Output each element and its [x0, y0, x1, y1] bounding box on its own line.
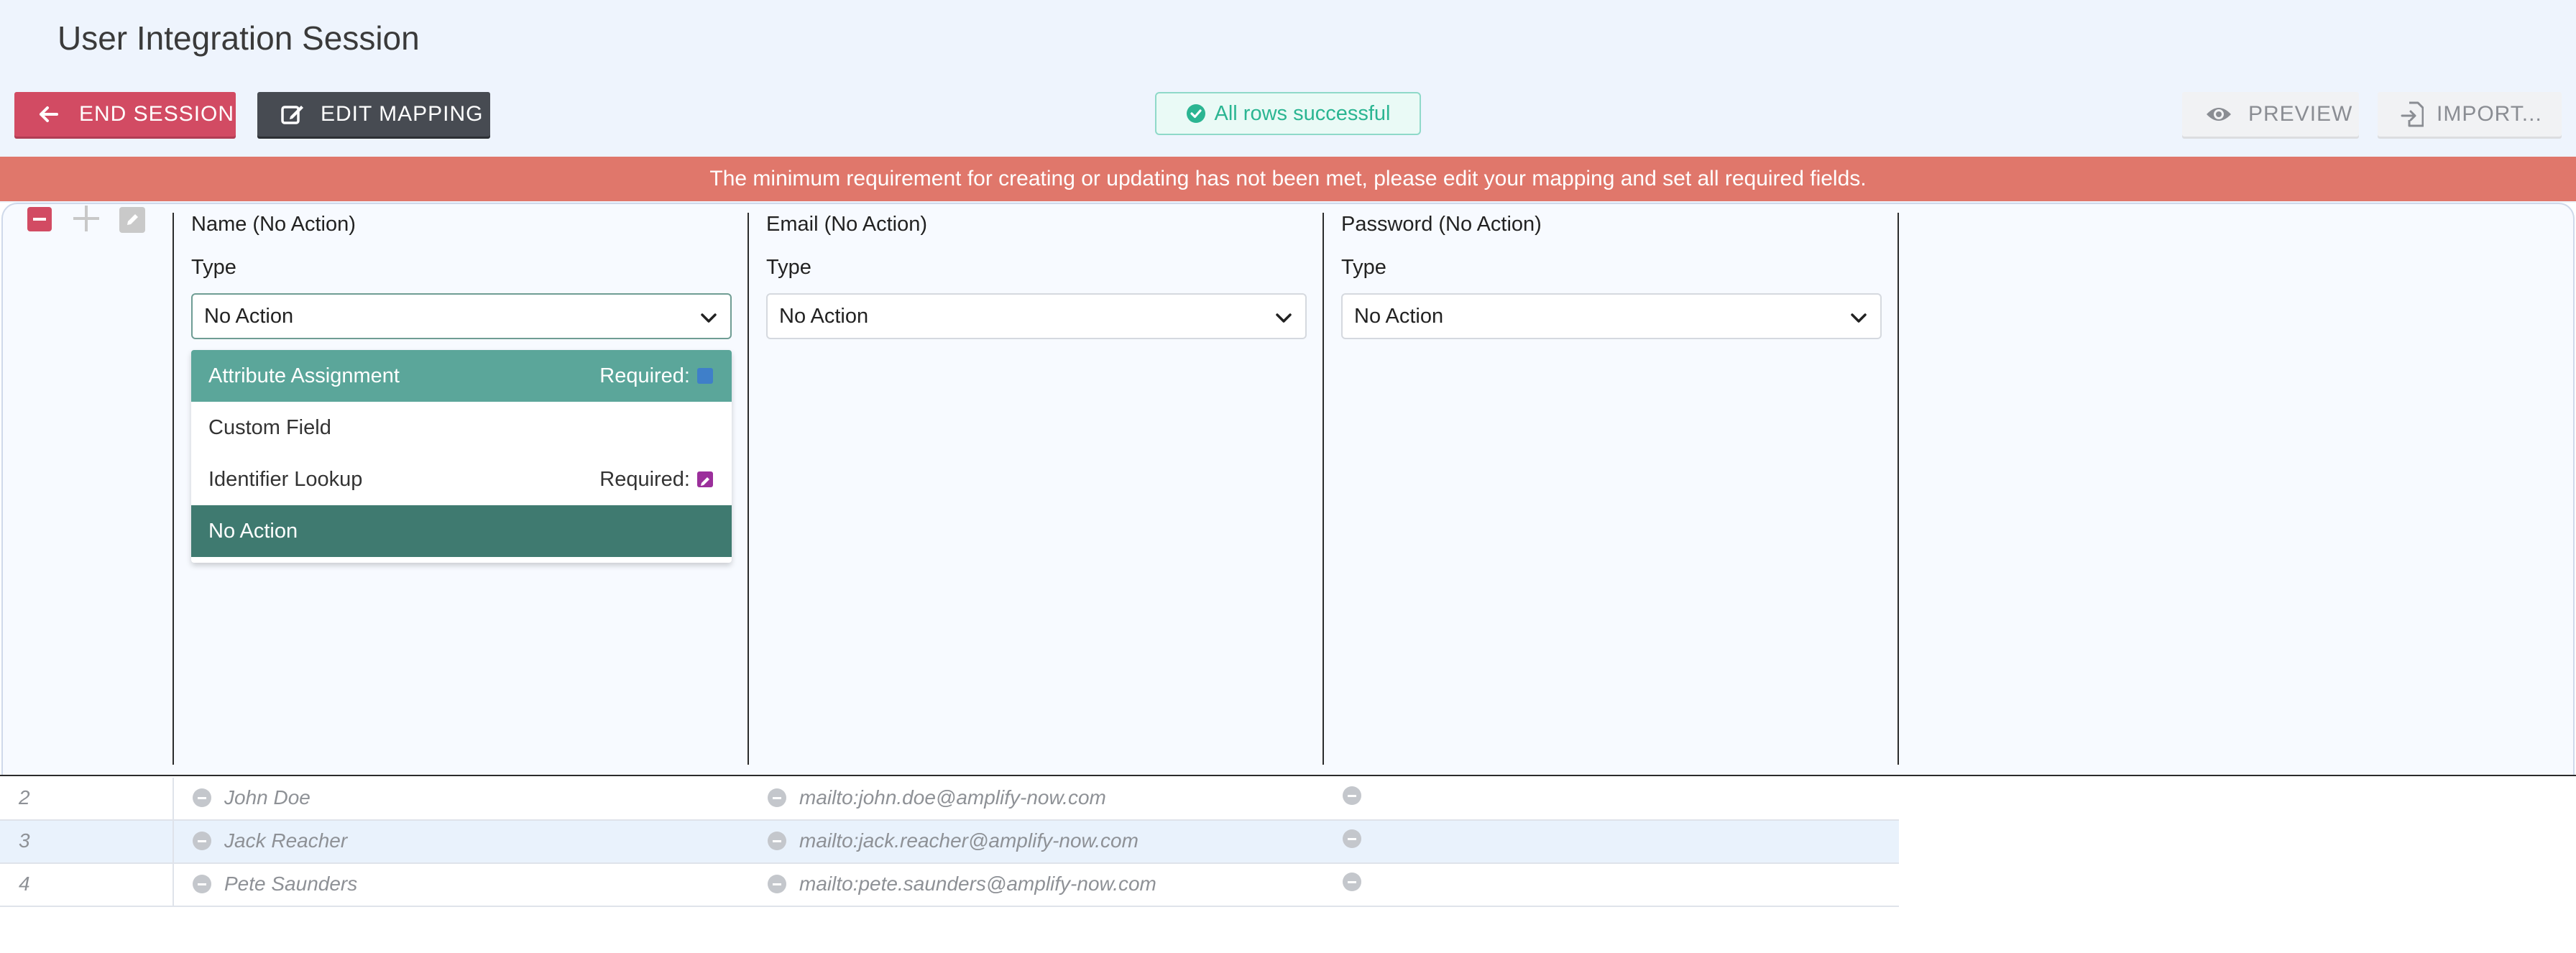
- eye-icon: [2207, 108, 2231, 121]
- row-number: 4: [19, 873, 30, 895]
- name-cell: John Doe: [193, 786, 310, 809]
- no-action-icon: [1343, 786, 1361, 805]
- alert-message: The minimum requirement for creating or …: [709, 167, 1867, 190]
- preview-label: PREVIEW: [2248, 102, 2353, 126]
- email-value: mailto:john.doe@amplify-now.com: [799, 786, 1106, 809]
- preview-button[interactable]: PREVIEW: [2182, 92, 2359, 137]
- chevron-down-icon: [1851, 313, 1867, 323]
- identifier-edit-icon: [697, 471, 713, 487]
- column-header-password: Password (No Action): [1341, 213, 1542, 236]
- row-number: 3: [19, 829, 30, 852]
- chevron-down-icon: [701, 313, 717, 323]
- email-cell: mailto:pete.saunders@amplify-now.com: [768, 873, 1156, 896]
- password-cell: [1343, 873, 1361, 891]
- name-cell: Jack Reacher: [193, 829, 347, 852]
- column-divider: [172, 213, 174, 765]
- remove-icon[interactable]: [27, 207, 52, 231]
- no-action-icon: [193, 875, 211, 893]
- password-cell: [1343, 829, 1361, 848]
- column-divider: [748, 213, 749, 765]
- row-divider: [172, 864, 174, 907]
- add-icon[interactable]: [73, 206, 99, 231]
- status-label: All rows successful: [1214, 101, 1391, 125]
- option-no-action[interactable]: No Action: [191, 505, 732, 557]
- row-number: 2: [19, 786, 30, 809]
- row-divider: [172, 778, 174, 821]
- table-row[interactable]: 3 Jack Reacher mailto:jack.reacher@ampli…: [0, 821, 1899, 864]
- option-label: Identifier Lookup: [208, 467, 363, 491]
- email-value: mailto:jack.reacher@amplify-now.com: [799, 829, 1138, 852]
- column-divider: [1898, 213, 1899, 765]
- no-action-icon: [1343, 873, 1361, 891]
- type-label-password: Type: [1341, 256, 1386, 279]
- table-row[interactable]: 2 John Doe mailto:john.doe@amplify-now.c…: [0, 778, 1899, 821]
- column-header-name: Name (No Action): [191, 213, 356, 236]
- table-row[interactable]: 4 Pete Saunders mailto:pete.saunders@amp…: [0, 864, 1899, 907]
- required-label: Required:: [599, 467, 690, 491]
- edit-mapping-label: EDIT MAPPING: [321, 102, 484, 126]
- import-label: IMPORT...: [2437, 102, 2542, 126]
- import-icon: [2401, 101, 2424, 127]
- option-label: No Action: [208, 519, 298, 543]
- required-label: Required:: [599, 364, 690, 387]
- email-cell: mailto:jack.reacher@amplify-now.com: [768, 829, 1138, 852]
- no-action-icon: [768, 875, 786, 893]
- option-custom-field[interactable]: Custom Field: [191, 402, 732, 454]
- end-session-label: END SESSION: [79, 102, 235, 126]
- no-action-icon: [1343, 829, 1361, 848]
- required-indicator: Required:: [599, 364, 713, 388]
- option-identifier-lookup[interactable]: Identifier Lookup Required:: [191, 454, 732, 505]
- arrow-left-icon: [40, 106, 58, 122]
- row-divider: [172, 821, 174, 864]
- type-select-password[interactable]: No Action: [1341, 293, 1882, 339]
- option-label: Attribute Assignment: [208, 364, 400, 387]
- type-label-name: Type: [191, 256, 236, 279]
- type-label-email: Type: [766, 256, 811, 279]
- status-badge: All rows successful: [1155, 92, 1421, 135]
- type-select-name[interactable]: No Action: [191, 293, 732, 339]
- password-cell: [1343, 786, 1361, 805]
- import-button[interactable]: IMPORT...: [2378, 92, 2562, 137]
- email-cell: mailto:john.doe@amplify-now.com: [768, 786, 1106, 809]
- no-action-icon: [193, 832, 211, 850]
- pencil-icon[interactable]: [119, 207, 145, 233]
- name-cell: Pete Saunders: [193, 873, 357, 896]
- table-divider: [0, 775, 2576, 776]
- check-circle-icon: [1186, 104, 1205, 123]
- type-select-name-value: No Action: [204, 304, 294, 328]
- no-action-icon: [193, 788, 211, 807]
- type-select-password-value: No Action: [1354, 304, 1444, 328]
- name-value: Pete Saunders: [224, 873, 358, 895]
- requirement-alert: The minimum requirement for creating or …: [0, 157, 2576, 201]
- option-attribute-assignment[interactable]: Attribute Assignment Required:: [191, 350, 732, 402]
- end-session-button[interactable]: END SESSION: [14, 92, 236, 137]
- column-header-email: Email (No Action): [766, 213, 928, 236]
- edit-icon: [281, 106, 303, 124]
- no-action-icon: [768, 788, 786, 807]
- edit-mapping-button[interactable]: EDIT MAPPING: [257, 92, 490, 137]
- required-indicator: Required:: [599, 468, 713, 492]
- type-select-email-value: No Action: [779, 304, 869, 328]
- name-value: Jack Reacher: [224, 829, 348, 852]
- type-select-email[interactable]: No Action: [766, 293, 1307, 339]
- type-dropdown-menu: Attribute Assignment Required: Custom Fi…: [191, 350, 732, 563]
- option-label: Custom Field: [208, 415, 331, 439]
- email-value: mailto:pete.saunders@amplify-now.com: [799, 873, 1156, 895]
- name-value: John Doe: [224, 786, 310, 809]
- page-title: User Integration Session: [58, 19, 420, 57]
- attribute-icon: [697, 368, 713, 384]
- chevron-down-icon: [1276, 313, 1292, 323]
- no-action-icon: [768, 832, 786, 850]
- column-divider: [1322, 213, 1324, 765]
